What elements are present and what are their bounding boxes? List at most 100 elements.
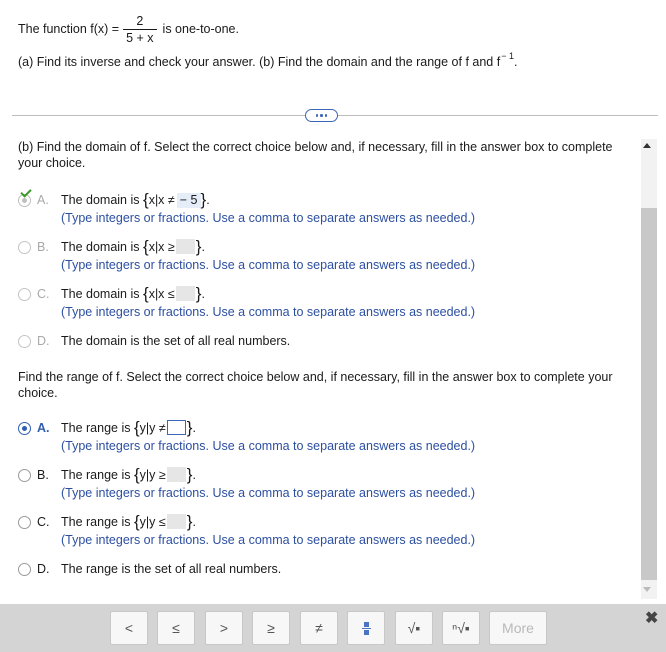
range-answer-input[interactable] <box>166 420 186 435</box>
brace-close: } <box>186 465 193 484</box>
not-equal-button[interactable]: ≠ <box>300 611 338 645</box>
choice-letter: A. <box>37 421 50 435</box>
fraction-button[interactable] <box>347 611 385 645</box>
nth-root-button[interactable]: ⁿ√▪ <box>442 611 480 645</box>
answer-box[interactable] <box>175 239 195 254</box>
function-prefix: The function f(x) = <box>18 22 120 36</box>
scroll-down-arrow-icon[interactable] <box>643 587 651 592</box>
function-suffix: is one-to-one. <box>162 22 239 36</box>
choice-letter: B. <box>37 240 49 254</box>
choice-dot: . <box>201 240 205 254</box>
answer-box[interactable] <box>175 286 195 301</box>
brace-close: } <box>195 237 202 256</box>
choice-text: The range is <box>61 468 131 482</box>
set-builder: x|x ≤ <box>148 287 175 301</box>
choice-letter: D. <box>37 334 50 348</box>
scroll-up-arrow-icon[interactable] <box>643 143 651 148</box>
less-than-button[interactable]: < <box>110 611 148 645</box>
choice-hint: (Type integers or fractions. Use a comma… <box>61 211 476 225</box>
answer-box[interactable] <box>166 514 186 529</box>
range-choice-d[interactable]: D. The range is the set of all real numb… <box>18 560 628 578</box>
function-fraction: 2 5 + x <box>123 13 157 45</box>
brace-open: { <box>143 190 149 209</box>
choice-hint: (Type integers or fractions. Use a comma… <box>61 258 476 272</box>
brace-close: } <box>186 418 193 437</box>
greater-than-button[interactable]: > <box>205 611 243 645</box>
scrollbar-thumb[interactable] <box>641 208 657 580</box>
choice-text: The domain is <box>61 287 140 301</box>
set-builder: x|x ≠ <box>148 193 175 207</box>
parts-period: . <box>513 55 518 69</box>
choice-dot: . <box>201 287 205 301</box>
close-icon[interactable]: ✖ <box>645 608 658 628</box>
parts-line: (a) Find its inverse and check your answ… <box>18 51 658 69</box>
correct-check-icon <box>20 186 32 198</box>
domain-question: (b) Find the domain of f. Select the cor… <box>18 140 613 170</box>
radio-range-a[interactable] <box>18 422 31 435</box>
square-root-button[interactable]: √▪ <box>395 611 433 645</box>
more-button[interactable]: More <box>489 611 547 645</box>
question-content: (b) Find the domain of f. Select the cor… <box>18 139 628 578</box>
choice-text: The domain is the set of all real number… <box>61 334 291 348</box>
choice-letter: C. <box>37 515 50 529</box>
brace-open: { <box>143 237 149 256</box>
radio-range-c[interactable] <box>18 516 31 529</box>
parts-text: (a) Find its inverse and check your answ… <box>18 55 501 69</box>
ellipsis-dot-icon <box>320 114 323 117</box>
problem-statement: The function f(x) = 2 5 + x is one-to-on… <box>18 9 658 70</box>
fraction-bar <box>123 28 157 30</box>
set-builder: y|y ≤ <box>139 515 166 529</box>
choice-dot: . <box>192 515 196 529</box>
fraction-numerator: 2 <box>136 13 144 28</box>
radio-domain-b[interactable] <box>18 241 31 254</box>
choice-hint: (Type integers or fractions. Use a comma… <box>61 486 476 500</box>
fraction-icon <box>361 621 371 635</box>
greater-equal-button[interactable]: ≥ <box>252 611 290 645</box>
ellipsis-dot-icon <box>324 114 328 117</box>
less-equal-button[interactable]: ≤ <box>157 611 195 645</box>
inverse-exponent: − 1 <box>501 51 514 61</box>
domain-choice-b[interactable]: B. The domain is {x|x ≥}. (Type integers… <box>18 238 628 274</box>
answer-box[interactable] <box>166 467 186 482</box>
set-builder: y|y ≠ <box>139 421 166 435</box>
domain-answer-value: − 5 <box>176 193 201 208</box>
choice-text: The domain is <box>61 193 140 207</box>
radio-range-d[interactable] <box>18 563 31 576</box>
range-choice-b[interactable]: B. The range is {y|y ≥}. (Type integers … <box>18 466 628 502</box>
range-question: Find the range of f. Select the correct … <box>18 370 613 400</box>
domain-choice-c[interactable]: C. The domain is {x|x ≤}. (Type integers… <box>18 285 628 321</box>
choice-letter: D. <box>37 562 50 576</box>
ellipsis-dot-icon <box>315 114 319 117</box>
choice-dot: . <box>206 193 210 207</box>
radio-domain-c[interactable] <box>18 288 31 301</box>
set-builder: x|x ≥ <box>148 240 175 254</box>
choice-letter: A. <box>37 193 49 207</box>
choice-text: The range is <box>61 515 131 529</box>
brace-close: } <box>186 512 193 531</box>
brace-open: { <box>133 512 140 531</box>
choice-hint: (Type integers or fractions. Use a comma… <box>61 533 476 547</box>
choice-letter: C. <box>37 287 50 301</box>
domain-choice-d[interactable]: D. The domain is the set of all real num… <box>18 332 628 350</box>
range-choice-c[interactable]: C. The range is {y|y ≤}. (Type integers … <box>18 513 628 549</box>
choice-text: The domain is <box>61 240 140 254</box>
fraction-denominator: 5 + x <box>126 30 154 45</box>
choice-text: The range is <box>61 421 131 435</box>
function-line: The function f(x) = 2 5 + x is one-to-on… <box>18 9 658 49</box>
brace-close: } <box>195 284 202 303</box>
radio-range-b[interactable] <box>18 469 31 482</box>
math-toolbar: < ≤ > ≥ ≠ √▪ ⁿ√▪ More <box>0 604 666 652</box>
radio-domain-d[interactable] <box>18 335 31 348</box>
choice-letter: B. <box>37 468 49 482</box>
choice-dot: . <box>192 468 196 482</box>
domain-choice-a[interactable]: A. The domain is {x|x ≠ − 5}. (Type integ… <box>18 186 628 227</box>
expand-ellipsis-button[interactable] <box>305 109 338 122</box>
brace-open: { <box>133 418 140 437</box>
set-builder: y|y ≥ <box>139 468 166 482</box>
choice-dot: . <box>192 421 196 435</box>
brace-close: } <box>200 190 207 209</box>
choice-text: The range is the set of all real numbers… <box>61 562 282 576</box>
choice-hint: (Type integers or fractions. Use a comma… <box>61 305 476 319</box>
brace-open: { <box>133 465 140 484</box>
range-choice-a[interactable]: A. The range is {y|y ≠}. (Type integers … <box>18 419 628 455</box>
